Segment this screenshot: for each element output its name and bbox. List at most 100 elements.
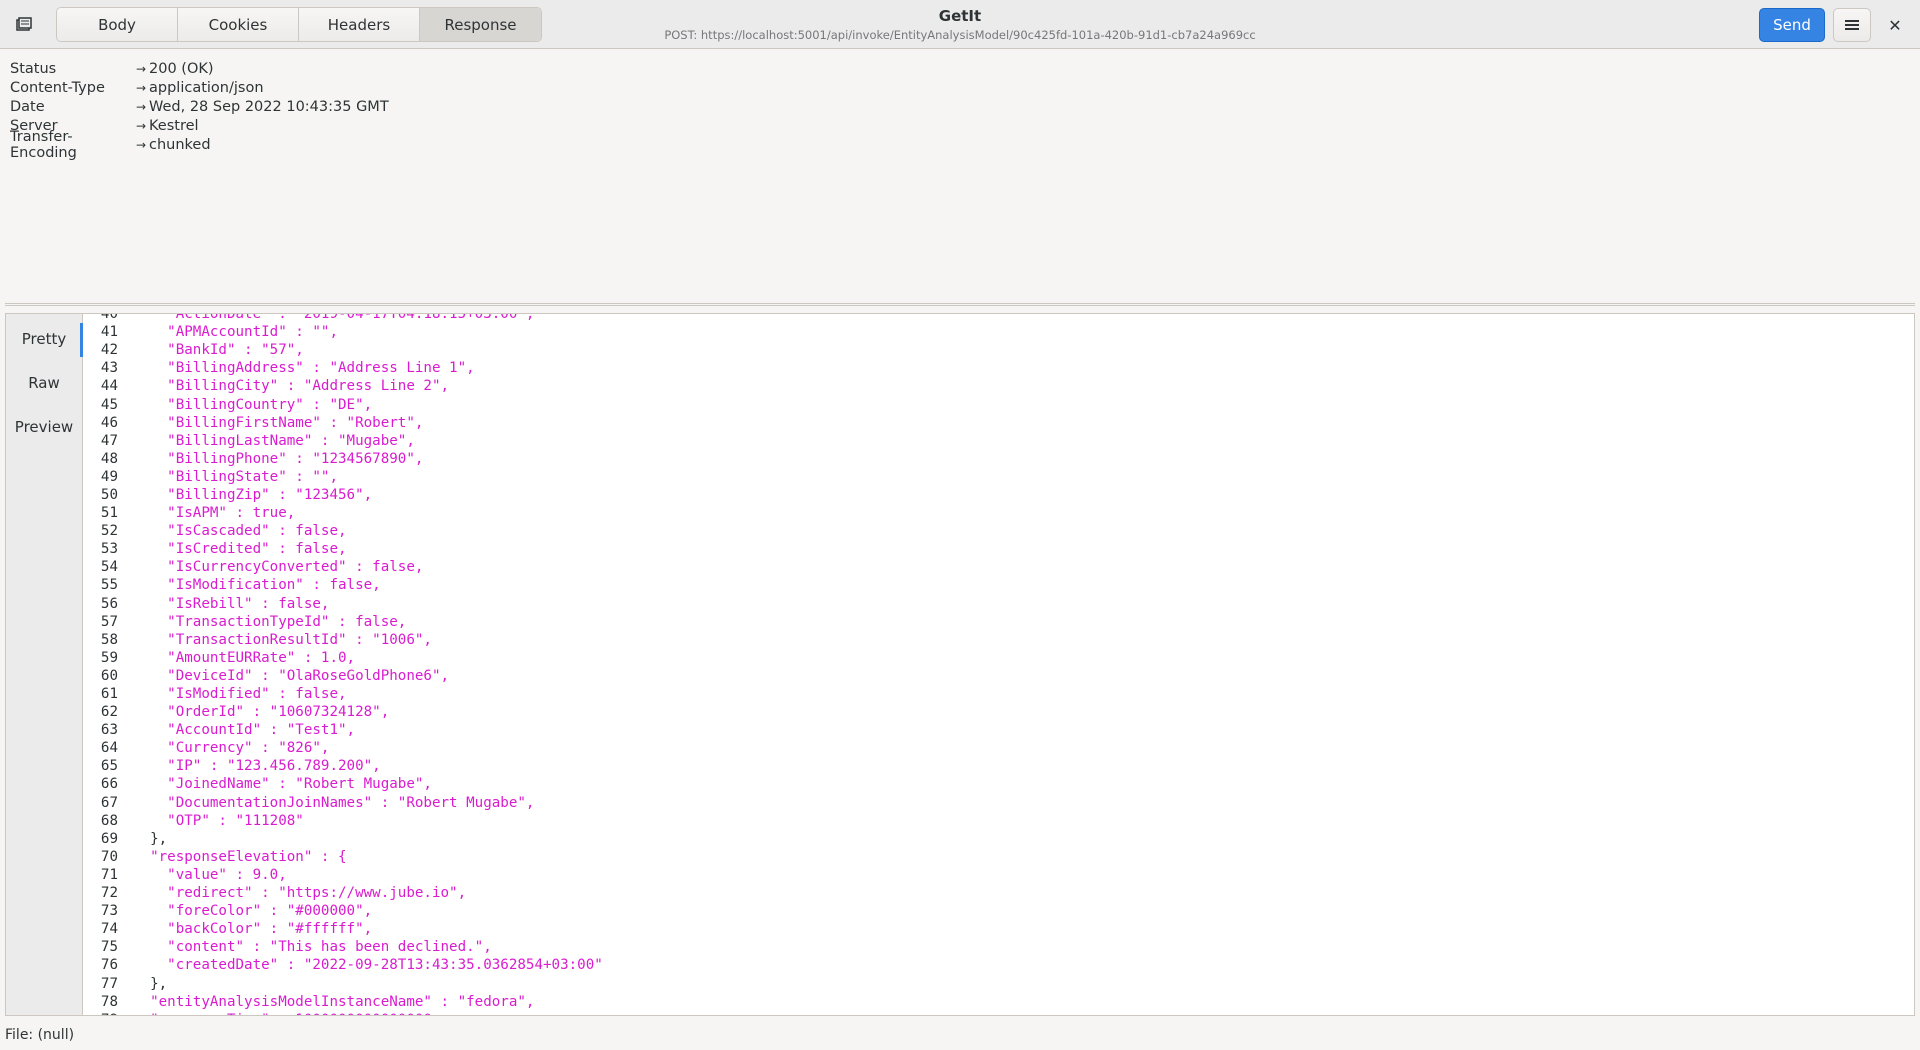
code-line: 68 "OTP" : "111208": [84, 812, 603, 830]
header-key: Transfer-Encoding: [10, 128, 77, 161]
code-line: 59 "AmountEURRate" : 1.0,: [84, 649, 603, 667]
code-line: 61 "IsModified" : false,: [84, 685, 603, 703]
send-button[interactable]: Send: [1759, 8, 1825, 42]
line-text: "OrderId" : "10607324128",: [133, 704, 390, 721]
header-value: chunked: [149, 136, 211, 153]
line-number: 42: [100, 342, 118, 359]
code-line: 78 "entityAnalysisModelInstanceName" : "…: [84, 993, 603, 1011]
line-text: "IsAPM" : true,: [133, 505, 296, 522]
line-text: "content" : "This has been declined.",: [133, 939, 492, 956]
response-header-row: Transfer-Encoding → chunked: [10, 129, 610, 161]
header-value: Kestrel: [149, 117, 199, 134]
line-number: 53: [100, 541, 118, 558]
pane-divider[interactable]: [5, 303, 1915, 306]
line-number: 50: [100, 486, 118, 503]
line-text: "IsRebill" : false,: [133, 595, 330, 612]
line-number: 40: [100, 314, 118, 323]
header-value: 200 (OK): [149, 60, 214, 77]
line-number: 77: [100, 975, 118, 992]
code-line: 47 "BillingLastName" : "Mugabe",: [84, 432, 603, 450]
line-text: "createdDate" : "2022-09-28T13:43:35.036…: [133, 957, 603, 974]
response-body-panel: Pretty Raw Preview 40 "ActionDate" : "20…: [5, 313, 1915, 1016]
line-number: 52: [100, 523, 118, 540]
code-line: 42 "BankId" : "57",: [84, 341, 603, 359]
line-number: 73: [100, 903, 118, 920]
response-headers: Status → 200 (OK) Content-Type → application/…: [10, 59, 610, 161]
code-line: 49 "BillingState" : "",: [84, 468, 603, 486]
line-number: 43: [100, 360, 118, 377]
arrow-right-icon: →: [136, 99, 147, 114]
window-stack-icon[interactable]: [14, 14, 34, 34]
json-code-view[interactable]: 40 "ActionDate" : "2019-04-17T04:18:15+0…: [84, 314, 1914, 1015]
tab-cookies[interactable]: Cookies: [178, 8, 299, 41]
line-text: "BillingAddress" : "Address Line 1",: [133, 360, 475, 377]
hamburger-menu-icon[interactable]: [1833, 8, 1871, 42]
line-text: "IsCredited" : false,: [133, 541, 347, 558]
line-number: 60: [100, 667, 118, 684]
line-number: 72: [100, 885, 118, 902]
window-title: GetIt: [938, 7, 982, 25]
line-number: 74: [100, 921, 118, 938]
line-number: 68: [100, 812, 118, 829]
response-header-row: Date → Wed, 28 Sep 2022 10:43:35 GMT: [10, 97, 610, 116]
line-text: "AmountEURRate" : 1.0,: [133, 649, 356, 666]
line-number: 44: [100, 378, 118, 395]
code-line: 72 "redirect" : "https://www.jube.io",: [84, 884, 603, 902]
line-number: 67: [100, 794, 118, 811]
line-text: "BillingLastName" : "Mugabe",: [133, 432, 415, 449]
line-number: 57: [100, 613, 118, 630]
code-line: 43 "BillingAddress" : "Address Line 1",: [84, 359, 603, 377]
header-key: Status: [10, 60, 57, 77]
code-line: 71 "value" : 9.0,: [84, 866, 603, 884]
code-line: 46 "BillingFirstName" : "Robert",: [84, 414, 603, 432]
code-line: 50 "BillingZip" : "123456",: [84, 486, 603, 504]
line-text: "BillingCountry" : "DE",: [133, 396, 373, 413]
tab-body[interactable]: Body: [57, 8, 178, 41]
header-key: Content-Type: [10, 79, 105, 96]
line-number: 69: [100, 830, 118, 847]
line-text: "redirect" : "https://www.jube.io",: [133, 885, 467, 902]
line-number: 76: [100, 957, 118, 974]
tab-headers[interactable]: Headers: [299, 8, 420, 41]
line-text: "BillingState" : "",: [133, 468, 338, 485]
code-line: 51 "IsAPM" : true,: [84, 504, 603, 522]
line-text: "IsCascaded" : false,: [133, 523, 347, 540]
code-line: 70 "responseElevation" : {: [84, 848, 603, 866]
line-number: 64: [100, 740, 118, 757]
line-text: "JoinedName" : "Robert Mugabe",: [133, 776, 432, 793]
code-line: 60 "DeviceId" : "OlaRoseGoldPhone6",: [84, 667, 603, 685]
code-line: 79 "responseTime" : 1000000000000000: [84, 1011, 603, 1015]
code-line: 67 "DocumentationJoinNames" : "Robert Mu…: [84, 794, 603, 812]
code-line: 48 "BillingPhone" : "1234567890",: [84, 450, 603, 468]
line-text: "Currency" : "826",: [133, 740, 330, 757]
tab-raw[interactable]: Raw: [6, 361, 82, 405]
line-text: "BillingZip" : "123456",: [133, 486, 373, 503]
response-header-row: Content-Type → application/json: [10, 78, 610, 97]
code-line: 57 "TransactionTypeId" : false,: [84, 613, 603, 631]
line-text: "BankId" : "57",: [133, 342, 304, 359]
code-line: 77 },: [84, 974, 603, 992]
code-line: 64 "Currency" : "826",: [84, 739, 603, 757]
tab-preview[interactable]: Preview: [6, 405, 82, 449]
code-line: 56 "IsRebill" : false,: [84, 595, 603, 613]
line-number: 41: [100, 324, 118, 341]
line-text: },: [133, 975, 168, 992]
line-text: "IsCurrencyConverted" : false,: [133, 559, 424, 576]
code-line: 75 "content" : "This has been declined."…: [84, 938, 603, 956]
close-icon[interactable]: ✕: [1882, 12, 1908, 38]
tab-response[interactable]: Response: [420, 8, 541, 41]
tab-pretty[interactable]: Pretty: [6, 317, 83, 361]
line-text: "ActionDate" : "2019-04-17T04:18:15+03:0…: [133, 314, 535, 323]
line-number: 45: [100, 396, 118, 413]
line-text: "IsModified" : false,: [133, 686, 347, 703]
code-line: 54 "IsCurrencyConverted" : false,: [84, 558, 603, 576]
line-number: 78: [100, 993, 118, 1010]
line-text: "DeviceId" : "OlaRoseGoldPhone6",: [133, 667, 450, 684]
line-text: "OTP" : "111208": [133, 812, 304, 829]
line-number: 70: [100, 848, 118, 865]
line-number: 65: [100, 758, 118, 775]
code-line: 58 "TransactionResultId" : "1006",: [84, 631, 603, 649]
response-header-row: Status → 200 (OK): [10, 59, 610, 78]
line-number: 66: [100, 776, 118, 793]
line-text: "BillingCity" : "Address Line 2",: [133, 378, 450, 395]
